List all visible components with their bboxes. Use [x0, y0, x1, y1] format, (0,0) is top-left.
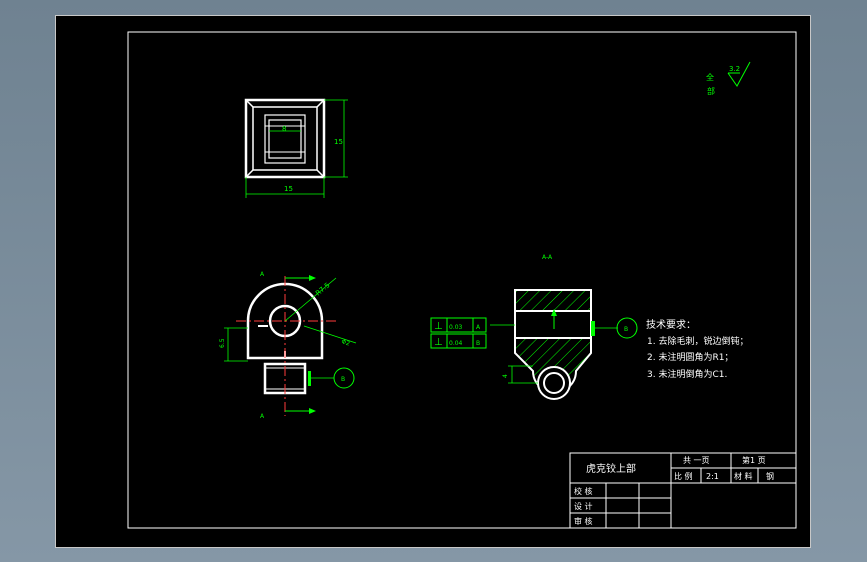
- tol-1-value: 0.03: [449, 324, 463, 331]
- role-designer: 设 计: [574, 501, 593, 511]
- section-mark-bottom: A: [260, 413, 265, 420]
- scale-label: 比 例: [674, 471, 693, 481]
- front-height-dim: 6.5: [219, 338, 226, 348]
- tol-2-datum: B: [476, 340, 480, 347]
- drawing-sheet: 全 部 3.2 8 15 15 A A R7.5 Φ2 6.5 B A-A ⊥ …: [55, 15, 811, 548]
- section-datum-label: B: [624, 326, 628, 333]
- scale-value: 2:1: [706, 472, 719, 481]
- sheet-total: 共 一页: [683, 456, 710, 465]
- tech-req-item-2: 2. 未注明圆角为R1；: [647, 351, 733, 363]
- tech-req-heading: 技术要求：: [646, 318, 696, 331]
- section-view-label: A-A: [542, 254, 553, 261]
- top-inner-dim: 8: [282, 125, 286, 133]
- material-value: 钢: [766, 471, 774, 481]
- tol-1-symbol: ⊥: [434, 321, 443, 332]
- section-mark-top: A: [260, 271, 265, 278]
- material-label: 材 料: [734, 471, 753, 481]
- surface-finish-value: 3.2: [729, 65, 740, 73]
- role-checker: 校 核: [574, 486, 593, 496]
- surface-finish-label-2: 部: [707, 86, 715, 96]
- surface-finish-label-1: 全: [706, 72, 714, 82]
- section-side-dim: 4: [502, 374, 509, 378]
- tol-2-symbol: ⊥: [434, 337, 443, 348]
- tolerance-frame-1: ⊥ 0.03 A: [430, 317, 487, 333]
- part-name: 虎克铰上部: [586, 462, 636, 475]
- tolerance-frame-2: ⊥ 0.04 B: [430, 333, 487, 349]
- tol-2-value: 0.04: [449, 340, 463, 347]
- sheet-number: 第1 页: [742, 455, 766, 465]
- technical-requirements: 技术要求： 1. 去除毛刺，锐边倒钝； 2. 未注明圆角为R1； 3. 未注明倒…: [646, 318, 748, 380]
- front-datum-label: B: [341, 376, 345, 383]
- tol-1-datum: A: [476, 324, 481, 331]
- top-width-dim: 15: [284, 185, 293, 193]
- top-view: 8 15 15: [244, 98, 348, 198]
- tech-req-item-1: 1. 去除毛刺，锐边倒钝；: [647, 335, 748, 347]
- surface-finish-symbol: 全 部 3.2: [706, 61, 751, 96]
- front-hole-dim: Φ2: [340, 338, 350, 347]
- title-block-text: 虎克铰上部 共 一页 第1 页 比 例 2:1 材 料 钢 校 核 设 计 审 …: [574, 455, 774, 526]
- front-view: A A R7.5 Φ2 6.5 B: [219, 271, 357, 420]
- inner-frame: [127, 31, 797, 529]
- top-height-dim: 15: [334, 138, 343, 146]
- role-reviewer: 审 核: [574, 516, 593, 526]
- tech-req-item-3: 3. 未注明倒角为C1.: [647, 368, 727, 380]
- drawing-canvas: 全 部 3.2 8 15 15 A A R7.5 Φ2 6.5 B A-A ⊥ …: [127, 31, 797, 529]
- section-view: A-A ⊥ 0.03 A ⊥ 0.04 B 4 B: [430, 254, 638, 400]
